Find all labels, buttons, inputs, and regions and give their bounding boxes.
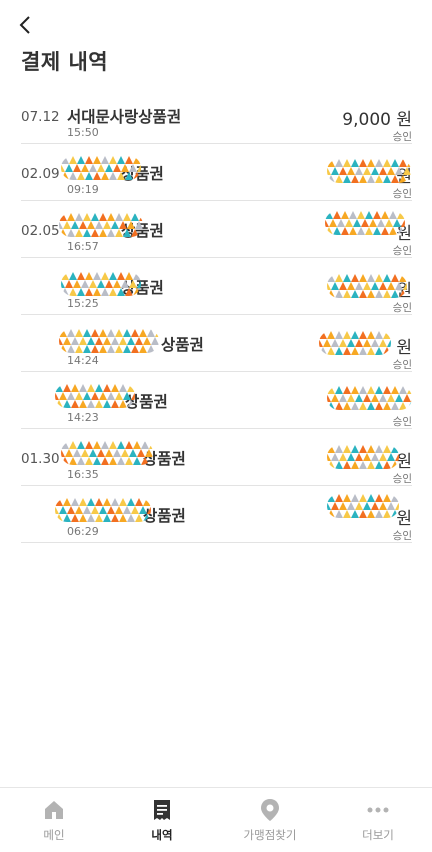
chevron-left-icon [19, 16, 30, 34]
transaction-status: 승인 [392, 131, 412, 143]
redaction-mask [327, 494, 399, 518]
transaction-time: 15:50 [67, 126, 99, 139]
transaction-status: 승인 [392, 416, 412, 428]
transaction-amount: 원 [396, 281, 412, 301]
transaction-row[interactable]: 02.09 상품권 09:19 원 승인 [21, 144, 412, 201]
redaction-mask [327, 386, 412, 410]
transaction-time: 16:57 [67, 240, 99, 253]
tab-label: 내역 [151, 828, 173, 842]
redaction-mask [327, 274, 407, 298]
transaction-date: 02.09 [21, 166, 60, 182]
tab-history[interactable]: 내역 [108, 788, 216, 852]
map-pin-icon [261, 799, 279, 821]
transaction-list: 07.12 서대문사랑상품권 15:50 9,000 원 승인 02.09 상품… [21, 87, 412, 543]
home-icon [45, 801, 63, 819]
transaction-status: 승인 [392, 359, 412, 371]
transaction-row[interactable]: 01.30 상품권 16:35 원 승인 [21, 429, 412, 486]
transaction-row[interactable]: 02.05 상품권 16:57 원 승인 [21, 201, 412, 258]
transaction-row[interactable]: 07.12 서대문사랑상품권 15:50 9,000 원 승인 [21, 87, 412, 144]
redaction-mask [55, 384, 135, 408]
redaction-mask [325, 211, 405, 235]
transaction-status: 승인 [392, 188, 412, 200]
transaction-time: 15:25 [67, 297, 99, 310]
redaction-mask [319, 331, 391, 355]
transaction-amount: 원 [396, 167, 412, 187]
transaction-time: 09:19 [67, 183, 99, 196]
transaction-date: 07.12 [21, 109, 60, 125]
transaction-date: 01.30 [21, 451, 60, 467]
tab-store-finder[interactable]: 가맹점찾기 [216, 788, 324, 852]
back-button[interactable] [16, 12, 40, 40]
transaction-time: 14:23 [67, 411, 99, 424]
transaction-amount: 원 [396, 224, 412, 244]
transaction-amount: 원 [396, 452, 412, 472]
transaction-status: 승인 [392, 530, 412, 542]
transaction-name: 상품권 [143, 450, 186, 468]
transaction-row[interactable]: 상품권 15:25 원 승인 [21, 258, 412, 315]
transaction-time: 06:29 [67, 525, 99, 538]
transaction-name: 상품권 [121, 165, 164, 183]
redaction-mask [59, 329, 159, 353]
tab-label: 가맹점찾기 [243, 828, 297, 842]
redaction-mask [327, 445, 399, 469]
transaction-name: 상품권 [121, 279, 164, 297]
transaction-status: 승인 [392, 245, 412, 257]
transaction-time: 14:24 [67, 354, 99, 367]
transaction-row[interactable]: 상품권 14:23 승인 [21, 372, 412, 429]
page-title: 결제 내역 [21, 50, 109, 74]
transaction-status: 승인 [392, 302, 412, 314]
transaction-name: 상품권 [121, 222, 164, 240]
bottom-tab-bar: 메인 내역 가맹점찾기 더보기 [0, 787, 432, 852]
transaction-time: 16:35 [67, 468, 99, 481]
tab-more[interactable]: 더보기 [324, 788, 432, 852]
transaction-row[interactable]: 상품권 14:24 원 승인 [21, 315, 412, 372]
tab-main[interactable]: 메인 [0, 788, 108, 852]
transaction-name: 상품권 [143, 507, 186, 525]
transaction-status: 승인 [392, 473, 412, 485]
transaction-amount: 9,000 원 [342, 110, 412, 130]
tab-label: 더보기 [362, 828, 394, 842]
transaction-amount: 원 [396, 509, 412, 529]
tab-label: 메인 [43, 828, 65, 842]
receipt-icon [154, 800, 170, 820]
transaction-name: 상품권 [125, 393, 168, 411]
transaction-date: 02.05 [21, 223, 60, 239]
transaction-name: 상품권 [161, 336, 204, 354]
redaction-mask [61, 441, 153, 465]
redaction-mask [55, 498, 151, 522]
transaction-amount: 원 [396, 338, 412, 358]
transaction-row[interactable]: 상품권 06:29 원 승인 [21, 486, 412, 543]
more-dots-icon [367, 807, 389, 813]
transaction-name: 서대문사랑상품권 [67, 108, 182, 126]
